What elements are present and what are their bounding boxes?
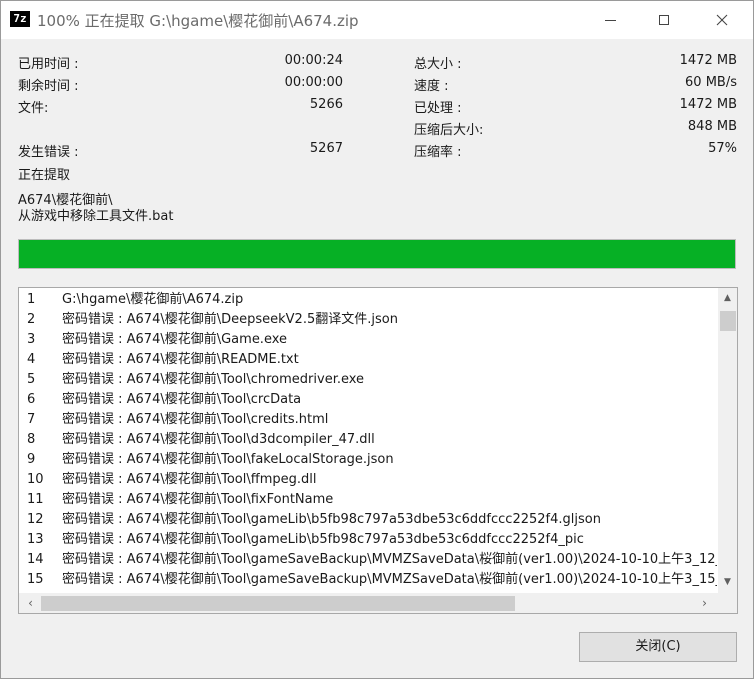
log-row-text: 密码错误 : A674\樱花御前\Tool\chromedriver.exe xyxy=(62,372,365,387)
log-row[interactable]: 13 密码错误 : A674\樱花御前\Tool\gameLib\b5fb98c7… xyxy=(19,530,717,550)
maximize-icon xyxy=(659,15,669,25)
log-row[interactable]: 15 密码错误 : A674\樱花御前\Tool\gameSaveBackup\M… xyxy=(19,570,717,590)
remaining-value: 00:00:00 xyxy=(284,75,343,90)
horizontal-scroll-thumb[interactable] xyxy=(41,596,515,611)
extract-progress-window: 7z 100% 正在提取 G:\hgame\樱花御前\A674.zip 已用时间… xyxy=(0,0,754,679)
7zip-app-icon: 7z xyxy=(10,11,30,27)
progress-fill xyxy=(19,240,735,268)
log-row-text: 密码错误 : A674\樱花御前\Tool\gameLib\b5fb98c797… xyxy=(62,512,601,527)
log-row-number: 11 xyxy=(27,492,44,507)
log-rows: 1 G:\hgame\樱花御前\A674.zip 2 密码错误 : A674\樱花御前… xyxy=(19,290,717,593)
elapsed-value: 00:00:24 xyxy=(284,53,343,68)
compressed-size-label: 压缩后大小: xyxy=(414,123,484,138)
errors-value: 5267 xyxy=(309,141,343,156)
processed-value: 1472 MB xyxy=(679,97,737,112)
errors-label: 发生错误 : xyxy=(18,145,79,160)
log-row-text: G:\hgame\樱花御前\A674.zip xyxy=(62,292,244,307)
log-row-number: 10 xyxy=(27,472,44,487)
files-value: 5266 xyxy=(309,97,343,112)
scroll-right-icon[interactable]: › xyxy=(695,593,714,613)
log-row[interactable]: 14 密码错误 : A674\樱花御前\Tool\gameSaveBackup\M… xyxy=(19,550,717,570)
speed-value: 60 MB/s xyxy=(685,75,737,90)
ratio-value: 57% xyxy=(708,141,737,156)
log-row[interactable]: 10 密码错误 : A674\樱花御前\Tool\ffmpeg.dll xyxy=(19,470,717,490)
scroll-left-icon[interactable]: ‹ xyxy=(21,593,40,613)
log-row[interactable]: 3 密码错误 : A674\樱花御前\Game.exe xyxy=(19,330,717,350)
log-row-number: 8 xyxy=(27,432,36,447)
log-row-text: 密码错误 : A674\樱花御前\Tool\credits.html xyxy=(62,412,329,427)
log-row[interactable]: 5 密码错误 : A674\樱花御前\Tool\chromedriver.exe xyxy=(19,370,717,390)
close-window-button[interactable] xyxy=(699,1,745,39)
scrollbar-corner xyxy=(718,593,737,613)
log-row-number: 12 xyxy=(27,512,44,527)
log-row-number: 13 xyxy=(27,532,44,547)
log-row[interactable]: 7 密码错误 : A674\樱花御前\Tool\credits.html xyxy=(19,410,717,430)
log-row-text: 密码错误 : A674\樱花御前\Tool\fixFontName xyxy=(62,492,334,507)
log-row[interactable]: 8 密码错误 : A674\樱花御前\Tool\d3dcompiler_47.dl… xyxy=(19,430,717,450)
vertical-scrollbar[interactable]: ▲ ▼ xyxy=(718,288,737,593)
log-row-text: 密码错误 : A674\樱花御前\DeepseekV2.5翻译文件.json xyxy=(62,312,398,327)
minimize-button[interactable] xyxy=(587,1,633,39)
log-row-number: 15 xyxy=(27,572,44,587)
log-row-number: 6 xyxy=(27,392,36,407)
log-row[interactable]: 9 密码错误 : A674\樱花御前\Tool\fakeLocalStorage.… xyxy=(19,450,717,470)
processed-label: 已处理 : xyxy=(414,101,462,116)
log-row-number: 9 xyxy=(27,452,36,467)
compressed-size-value: 848 MB xyxy=(687,119,737,134)
vertical-scroll-thumb[interactable] xyxy=(720,311,736,331)
log-row-number: 3 xyxy=(27,332,36,347)
current-action: 正在提取 xyxy=(18,168,71,183)
log-row-text: 密码错误 : A674\樱花御前\Tool\gameSaveBackup\MVM… xyxy=(62,572,717,587)
close-icon xyxy=(716,14,728,26)
files-label: 文件: xyxy=(18,101,49,116)
log-row-number: 4 xyxy=(27,352,36,367)
log-row[interactable]: 2 密码错误 : A674\樱花御前\DeepseekV2.5翻译文件.json xyxy=(19,310,717,330)
log-row[interactable]: 1 G:\hgame\樱花御前\A674.zip xyxy=(19,290,717,310)
log-row-text: 密码错误 : A674\樱花御前\README.txt xyxy=(62,352,299,367)
elapsed-label: 已用时间 : xyxy=(18,57,79,72)
close-button[interactable]: 关闭(C) xyxy=(579,632,737,662)
window-title: 100% 正在提取 G:\hgame\樱花御前\A674.zip xyxy=(37,12,359,30)
speed-label: 速度 : xyxy=(414,79,449,94)
scroll-up-icon[interactable]: ▲ xyxy=(718,290,737,307)
log-row-text: 密码错误 : A674\樱花御前\Game.exe xyxy=(62,332,288,347)
log-row[interactable]: 12 密码错误 : A674\樱花御前\Tool\gameLib\b5fb98c7… xyxy=(19,510,717,530)
log-row-number: 7 xyxy=(27,412,36,427)
log-row-text: 密码错误 : A674\樱花御前\Tool\crcData xyxy=(62,392,302,407)
minimize-icon xyxy=(604,19,616,21)
ratio-label: 压缩率 : xyxy=(414,145,462,160)
title-bar[interactable]: 7z 100% 正在提取 G:\hgame\樱花御前\A674.zip xyxy=(1,1,753,39)
log-row-number: 2 xyxy=(27,312,36,327)
horizontal-scrollbar[interactable]: ‹ › xyxy=(19,593,737,613)
scroll-down-icon[interactable]: ▼ xyxy=(718,574,737,591)
log-row-number: 5 xyxy=(27,372,36,387)
message-log[interactable]: 1 G:\hgame\樱花御前\A674.zip 2 密码错误 : A674\樱花御前… xyxy=(18,287,738,614)
log-row[interactable]: 11 密码错误 : A674\樱花御前\Tool\fixFontName xyxy=(19,490,717,510)
current-file: 从游戏中移除工具文件.bat xyxy=(18,209,174,224)
log-row-number: 1 xyxy=(27,292,36,307)
remaining-label: 剩余时间 : xyxy=(18,79,79,94)
log-row-number: 14 xyxy=(27,552,44,567)
total-size-value: 1472 MB xyxy=(679,53,737,68)
log-row-text: 密码错误 : A674\樱花御前\Tool\ffmpeg.dll xyxy=(62,472,317,487)
log-row-text: 密码错误 : A674\樱花御前\Tool\gameLib\b5fb98c797… xyxy=(62,532,584,547)
maximize-button[interactable] xyxy=(641,1,687,39)
log-row-text: 密码错误 : A674\樱花御前\Tool\gameSaveBackup\MVM… xyxy=(62,552,717,567)
log-row[interactable]: 6 密码错误 : A674\樱花御前\Tool\crcData xyxy=(19,390,717,410)
progress-bar xyxy=(18,239,736,269)
log-row-text: 密码错误 : A674\樱花御前\Tool\fakeLocalStorage.j… xyxy=(62,452,394,467)
log-row-text: 密码错误 : A674\樱花御前\Tool\d3dcompiler_47.dll xyxy=(62,432,375,447)
log-row[interactable]: 4 密码错误 : A674\樱花御前\README.txt xyxy=(19,350,717,370)
total-size-label: 总大小 : xyxy=(414,57,462,72)
